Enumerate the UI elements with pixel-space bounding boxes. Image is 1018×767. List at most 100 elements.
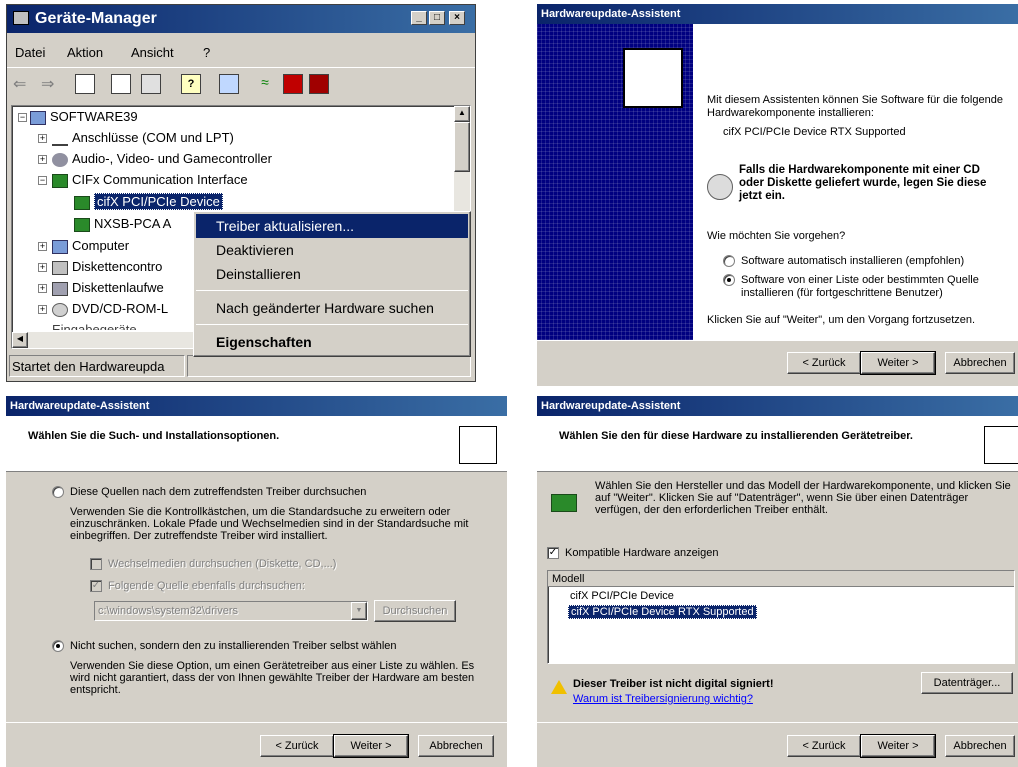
- chevron-down-icon[interactable]: ▼: [351, 602, 367, 620]
- status-text: Startet den Hardwareupda: [12, 359, 165, 374]
- tree-item-computer[interactable]: Computer: [52, 236, 129, 255]
- update-driver-icon[interactable]: ≈: [255, 74, 275, 94]
- path-combobox[interactable]: c:\windows\system32\drivers ▼: [94, 601, 368, 621]
- menu-properties[interactable]: Eigenschaften: [196, 330, 468, 354]
- tree-item-diskettenlaufwerke[interactable]: Diskettenlaufwe: [52, 278, 164, 297]
- forward-arrow-icon[interactable]: ⇒: [41, 74, 61, 94]
- expand-computer[interactable]: +: [38, 242, 47, 251]
- next-button[interactable]: Weiter >: [860, 734, 936, 758]
- next-button[interactable]: Weiter >: [333, 734, 409, 758]
- tree-item-cifx-device[interactable]: cifX PCI/PCIe Device: [74, 192, 223, 211]
- intro-text: Mit diesem Assistenten können Sie Softwa…: [707, 94, 1003, 119]
- status-bar-pane: [187, 355, 471, 377]
- minimize-button[interactable]: _: [411, 11, 427, 25]
- have-disk-button[interactable]: Datenträger...: [921, 672, 1013, 694]
- menu-uninstall[interactable]: Deinstallieren: [196, 262, 468, 286]
- device-name: cifX PCI/PCIe Device RTX Supported: [723, 126, 906, 138]
- wizard-options-titlebar[interactable]: Hardwareupdate-Assistent: [6, 396, 507, 416]
- radio-auto-install[interactable]: [723, 255, 735, 267]
- print-icon[interactable]: [141, 74, 161, 94]
- cancel-button[interactable]: Abbrechen: [945, 352, 1015, 374]
- port-icon: [52, 132, 68, 146]
- signing-info-link[interactable]: Warum ist Treibersignierung wichtig?: [573, 693, 753, 705]
- menu-scan-hardware[interactable]: Nach geänderter Hardware suchen: [196, 296, 468, 320]
- radio-auto-label[interactable]: Software automatisch installieren (empfo…: [741, 255, 964, 267]
- checkbox-removable-media[interactable]: [90, 558, 102, 570]
- menu-ansicht[interactable]: Ansicht: [131, 45, 174, 60]
- next-button[interactable]: Weiter >: [860, 351, 936, 375]
- radio-search-sources[interactable]: [52, 486, 64, 498]
- wizard-welcome-content: Mit diesem Assistenten können Sie Softwa…: [693, 24, 1018, 340]
- expand-diskettencontroller[interactable]: +: [38, 263, 47, 272]
- tree-item-dvd[interactable]: DVD/CD-ROM-L: [52, 299, 168, 318]
- close-button[interactable]: ×: [449, 11, 465, 25]
- checkbox-compatible-label[interactable]: Kompatible Hardware anzeigen: [565, 547, 718, 559]
- menu-aktion[interactable]: Aktion: [67, 45, 103, 60]
- console-tree-icon[interactable]: [75, 74, 95, 94]
- wizard-options-header: Wählen Sie die Such- und Installationsop…: [6, 416, 507, 472]
- uninstall-device-icon[interactable]: [309, 74, 329, 94]
- menu-datei[interactable]: Datei: [15, 45, 45, 60]
- menu-help[interactable]: ?: [203, 45, 210, 60]
- tree-item-audio[interactable]: Audio-, Video- und Gamecontroller: [52, 149, 272, 168]
- options-heading: Wählen Sie die Such- und Installationsop…: [28, 430, 280, 442]
- toolbar: ⇐ ⇒ ? ≈: [7, 71, 475, 99]
- back-button[interactable]: < Zurück: [260, 735, 334, 757]
- driver-description: Wählen Sie den Hersteller und das Modell…: [595, 480, 1011, 516]
- tree-item-anschluesse[interactable]: Anschlüsse (COM und LPT): [52, 128, 234, 147]
- maximize-button[interactable]: □: [429, 11, 445, 25]
- model-item-standard[interactable]: cifX PCI/PCIe Device: [570, 590, 674, 602]
- checkbox-location-label[interactable]: Folgende Quelle ebenfalls durchsuchen:: [108, 580, 305, 592]
- wizard-driver-titlebar[interactable]: Hardwareupdate-Assistent: [537, 396, 1018, 416]
- scroll-up-button[interactable]: ▲: [454, 106, 470, 122]
- expand-dvd[interactable]: +: [38, 305, 47, 314]
- model-list[interactable]: Modell cifX PCI/PCIe Device cifX PCI/PCI…: [547, 570, 1015, 664]
- network-card-icon: [551, 494, 577, 512]
- device-manager-window: Geräte-Manager _ □ × Datei Aktion Ansich…: [6, 4, 476, 382]
- checkbox-compatible-hardware[interactable]: ✓: [547, 547, 559, 559]
- wizard-welcome-titlebar[interactable]: Hardwareupdate-Assistent: [537, 4, 1018, 24]
- tree-item-diskettencontroller[interactable]: Diskettencontro: [52, 257, 162, 276]
- properties-icon[interactable]: [111, 74, 131, 94]
- device-manager-titlebar[interactable]: Geräte-Manager _ □ ×: [7, 5, 475, 33]
- back-arrow-icon[interactable]: ⇐: [13, 74, 33, 94]
- tree-item-nxsb[interactable]: NXSB-PCA A: [74, 214, 171, 233]
- path-value: c:\windows\system32\drivers: [98, 605, 238, 617]
- radio-list-label[interactable]: Software von einer Liste oder bestimmten…: [741, 274, 1011, 300]
- tree-item-cifx-interface[interactable]: CIFx Communication Interface: [52, 170, 248, 189]
- back-button[interactable]: < Zurück: [787, 352, 861, 374]
- browse-button[interactable]: Durchsuchen: [374, 600, 456, 622]
- cancel-button[interactable]: Abbrechen: [945, 735, 1015, 757]
- checkbox-include-location[interactable]: ✓: [90, 580, 102, 592]
- menu-update-driver[interactable]: Treiber aktualisieren...: [196, 214, 468, 238]
- radio-manual-select[interactable]: [52, 640, 64, 652]
- expand-audio[interactable]: +: [38, 155, 47, 164]
- cd-icon: [707, 174, 733, 200]
- scan-hardware-icon[interactable]: [219, 74, 239, 94]
- cancel-button[interactable]: Abbrechen: [418, 735, 494, 757]
- continue-text: Klicken Sie auf "Weiter", um den Vorgang…: [707, 314, 976, 326]
- radio-list-install[interactable]: [723, 274, 735, 286]
- collapse-cifx[interactable]: −: [38, 176, 47, 185]
- wizard-options-window: Hardwareupdate-Assistent Wählen Sie die …: [6, 396, 507, 767]
- collapse-root[interactable]: −: [18, 113, 27, 122]
- expand-diskettenlaufwerke[interactable]: +: [38, 284, 47, 293]
- hardware-wizard-icon: [459, 426, 497, 464]
- checkbox-removable-label[interactable]: Wechselmedien durchsuchen (Diskette, CD,…: [108, 558, 336, 570]
- question-text: Wie möchten Sie vorgehen?: [707, 230, 846, 242]
- help-icon[interactable]: ?: [181, 74, 201, 94]
- tree-item-eingabegeraete[interactable]: Eingabegeräte: [52, 320, 137, 330]
- disable-device-icon[interactable]: [283, 74, 303, 94]
- scroll-left-button[interactable]: ◀: [12, 332, 28, 348]
- scroll-thumb[interactable]: [454, 122, 470, 172]
- model-item-rtx[interactable]: cifX PCI/PCIe Device RTX Supported: [568, 605, 757, 619]
- back-button[interactable]: < Zurück: [787, 735, 861, 757]
- cd-hint: Falls die Hardwarekomponente mit einer C…: [739, 164, 987, 202]
- radio-search-label[interactable]: Diese Quellen nach dem zutreffendsten Tr…: [70, 486, 366, 498]
- radio-manual-label[interactable]: Nicht suchen, sondern den zu installiere…: [70, 640, 397, 652]
- menu-disable[interactable]: Deaktivieren: [196, 238, 468, 262]
- tree-root[interactable]: SOFTWARE39: [30, 107, 138, 126]
- computer-icon: [52, 239, 68, 254]
- model-list-header[interactable]: Modell: [548, 571, 1014, 587]
- expand-anschluesse[interactable]: +: [38, 134, 47, 143]
